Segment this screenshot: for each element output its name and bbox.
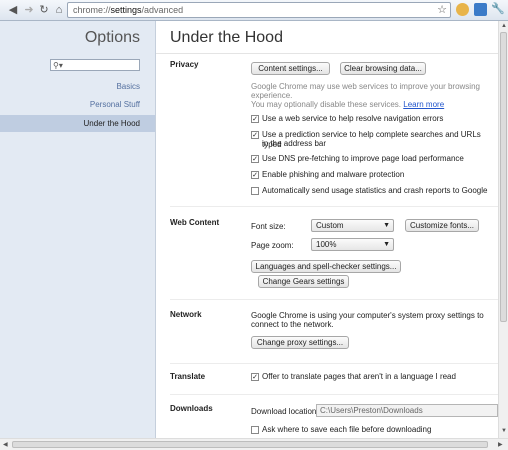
scroll-right-icon[interactable]: ▶ xyxy=(498,441,503,448)
sidebar-title: Options xyxy=(84,29,140,46)
horizontal-scroll-thumb[interactable] xyxy=(12,441,488,448)
main-content: Under the Hood Privacy Content settings.… xyxy=(156,21,498,438)
back-icon[interactable]: ◀ xyxy=(6,3,20,17)
home-icon[interactable]: ⌂ xyxy=(52,3,66,17)
browser-toolbar: ◀ ➜ ↻ ⌂ chrome://settings/advanced ☆ 🔧 xyxy=(0,0,508,21)
divider xyxy=(170,206,498,207)
learn-more-link[interactable]: Learn more xyxy=(403,100,444,109)
usage-stats-label: Automatically send usage statistics and … xyxy=(262,186,488,195)
web-content-section-label: Web Content xyxy=(170,218,220,227)
divider xyxy=(170,394,498,395)
nav-errors-label: Use a web service to help resolve naviga… xyxy=(262,114,444,123)
vertical-scroll-thumb[interactable] xyxy=(500,32,507,322)
clear-browsing-data-button[interactable]: Clear browsing data... xyxy=(340,62,426,75)
privacy-section-label: Privacy xyxy=(170,60,199,69)
content-settings-button[interactable]: Content settings... xyxy=(251,62,330,75)
horizontal-scrollbar[interactable]: ◀ ▶ xyxy=(0,438,508,450)
chevron-down-icon: ▼ xyxy=(383,222,390,229)
ask-where-save-label: Ask where to save each file before downl… xyxy=(262,425,432,434)
translate-label: Offer to translate pages that aren't in … xyxy=(262,372,456,381)
page-menu-icon[interactable] xyxy=(474,3,487,16)
download-location-field[interactable]: C:\Users\Preston\Downloads xyxy=(316,404,498,417)
translate-checkbox[interactable]: ✓ xyxy=(251,373,259,381)
scroll-left-icon[interactable]: ◀ xyxy=(3,441,8,448)
wrench-icon[interactable]: 🔧 xyxy=(491,3,505,16)
font-size-label: Font size: xyxy=(251,222,286,231)
phishing-protection-label: Enable phishing and malware protection xyxy=(262,170,405,179)
divider xyxy=(156,53,498,54)
translate-section-label: Translate xyxy=(170,372,206,381)
privacy-info-text-2: experience. xyxy=(251,91,293,100)
page-title: Under the Hood xyxy=(170,29,283,46)
divider xyxy=(170,363,498,364)
sidebar-item-personal-stuff[interactable]: Personal Stuff xyxy=(90,100,140,109)
change-gears-settings-button[interactable]: Change Gears settings xyxy=(258,275,349,288)
usage-stats-checkbox[interactable] xyxy=(251,187,259,195)
font-size-value: Custom xyxy=(316,221,344,230)
privacy-info-text: Google Chrome may use web services to im… xyxy=(251,82,480,91)
search-icon: ⚲▾ xyxy=(53,61,63,70)
extension-icon[interactable] xyxy=(456,3,469,16)
star-icon[interactable]: ☆ xyxy=(437,3,447,16)
url-scheme: chrome:// xyxy=(73,5,111,15)
change-proxy-settings-button[interactable]: Change proxy settings... xyxy=(251,336,349,349)
sidebar-item-under-the-hood[interactable]: Under the Hood xyxy=(0,115,155,132)
network-section-label: Network xyxy=(170,310,202,319)
sidebar-item-basics[interactable]: Basics xyxy=(116,82,140,91)
nav-errors-checkbox[interactable]: ✓ xyxy=(251,115,259,123)
page-zoom-select[interactable]: 100% ▼ xyxy=(311,238,394,251)
scroll-up-icon[interactable]: ▲ xyxy=(501,23,507,29)
chevron-down-icon: ▼ xyxy=(383,241,390,248)
network-info-text-2: connect to the network. xyxy=(251,320,334,329)
address-bar[interactable]: chrome://settings/advanced ☆ xyxy=(67,2,451,18)
forward-icon[interactable]: ➜ xyxy=(22,3,36,17)
url-path: /advanced xyxy=(141,5,184,15)
vertical-scrollbar[interactable]: ▲ ▼ xyxy=(498,21,508,438)
phishing-protection-checkbox[interactable]: ✓ xyxy=(251,171,259,179)
prediction-service-label-2: in the address bar xyxy=(262,139,327,148)
sidebar: Options ⚲▾ Basics Personal Stuff Under t… xyxy=(0,21,156,438)
privacy-disable-label: You may optionally disable these service… xyxy=(251,100,402,109)
network-info-text: Google Chrome is using your computer's s… xyxy=(251,311,484,320)
scroll-down-icon[interactable]: ▼ xyxy=(501,428,507,434)
reload-icon[interactable]: ↻ xyxy=(37,3,51,17)
font-size-select[interactable]: Custom ▼ xyxy=(311,219,394,232)
customize-fonts-button[interactable]: Customize fonts... xyxy=(405,219,479,232)
download-location-label: Download location: xyxy=(251,407,319,416)
page-zoom-value: 100% xyxy=(316,240,337,249)
languages-spellchecker-button[interactable]: Languages and spell-checker settings... xyxy=(251,260,401,273)
downloads-section-label: Downloads xyxy=(170,404,213,413)
dns-prefetch-label: Use DNS pre-fetching to improve page loa… xyxy=(262,154,464,163)
page-zoom-label: Page zoom: xyxy=(251,241,294,250)
divider xyxy=(170,299,498,300)
prediction-service-checkbox[interactable]: ✓ xyxy=(251,131,259,139)
ask-where-save-checkbox[interactable] xyxy=(251,426,259,434)
url-host: settings xyxy=(110,5,142,15)
privacy-disable-text: You may optionally disable these service… xyxy=(251,100,444,109)
dns-prefetch-checkbox[interactable]: ✓ xyxy=(251,155,259,163)
search-input[interactable]: ⚲▾ xyxy=(50,59,140,71)
